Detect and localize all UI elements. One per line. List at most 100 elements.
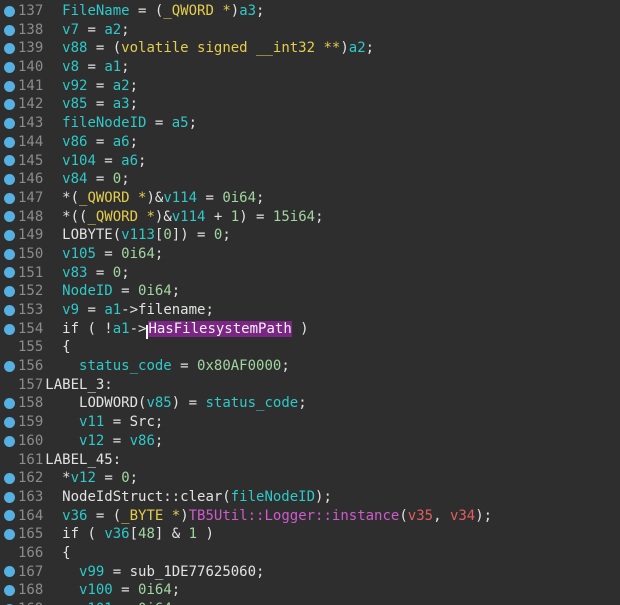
breakpoint-icon[interactable]	[4, 398, 15, 409]
code-line[interactable]: 158 LODWORD(v85) = status_code;	[0, 394, 620, 413]
breakpoint-icon[interactable]	[4, 81, 15, 92]
code-line[interactable]: 149 LOBYTE(v113[0]) = 0;	[0, 226, 620, 245]
breakpoint-icon[interactable]	[4, 267, 15, 278]
breakpoint-gutter[interactable]	[0, 507, 18, 526]
code-text: v11 = Src;	[43, 413, 163, 432]
code-line[interactable]: 169 v101 = 0i64;	[0, 600, 620, 605]
breakpoint-gutter[interactable]	[0, 133, 18, 152]
breakpoint-icon[interactable]	[4, 6, 15, 17]
breakpoint-icon[interactable]	[4, 43, 15, 54]
code-line[interactable]: 139 v88 = (volatile signed __int32 **)a2…	[0, 39, 620, 58]
breakpoint-icon[interactable]	[4, 566, 15, 577]
code-line[interactable]: 159 v11 = Src;	[0, 413, 620, 432]
breakpoint-icon[interactable]	[4, 211, 15, 222]
breakpoint-gutter[interactable]	[0, 152, 18, 171]
code-line[interactable]: 150 v105 = 0i64;	[0, 245, 620, 264]
code-line[interactable]: 141 v92 = a2;	[0, 77, 620, 96]
code-line[interactable]: 137 FileName = (_QWORD *)a3;	[0, 2, 620, 21]
code-line[interactable]: 147 *(_QWORD *)&v114 = 0i64;	[0, 189, 620, 208]
breakpoint-icon[interactable]	[4, 137, 15, 148]
breakpoint-icon[interactable]	[4, 417, 15, 428]
breakpoint-icon[interactable]	[4, 249, 15, 260]
code-line[interactable]: 140 v8 = a1;	[0, 58, 620, 77]
breakpoint-gutter[interactable]	[0, 413, 18, 432]
breakpoint-gutter[interactable]	[0, 451, 18, 470]
breakpoint-gutter[interactable]	[0, 488, 18, 507]
code-line[interactable]: 138 v7 = a2;	[0, 21, 620, 40]
code-line[interactable]: 153 v9 = a1->filename;	[0, 301, 620, 320]
breakpoint-gutter[interactable]	[0, 189, 18, 208]
breakpoint-gutter[interactable]	[0, 77, 18, 96]
breakpoint-icon[interactable]	[4, 174, 15, 185]
breakpoint-icon[interactable]	[4, 436, 15, 447]
breakpoint-gutter[interactable]	[0, 226, 18, 245]
breakpoint-gutter[interactable]	[0, 469, 18, 488]
code-line[interactable]: 160 v12 = v86;	[0, 432, 620, 451]
code-line[interactable]: 151 v83 = 0;	[0, 264, 620, 283]
code-line[interactable]: 144 v86 = a6;	[0, 133, 620, 152]
code-line[interactable]: 157LABEL_3:	[0, 376, 620, 395]
breakpoint-icon[interactable]	[4, 324, 15, 335]
breakpoint-gutter[interactable]	[0, 282, 18, 301]
breakpoint-gutter[interactable]	[0, 39, 18, 58]
breakpoint-gutter[interactable]	[0, 95, 18, 114]
breakpoint-gutter[interactable]	[0, 357, 18, 376]
token-label: LABEL_45:	[45, 452, 121, 468]
code-line[interactable]: 148 *((_QWORD *)&v114 + 1) = 15i64;	[0, 208, 620, 227]
line-number: 162	[18, 469, 43, 488]
breakpoint-icon[interactable]	[4, 25, 15, 36]
code-line[interactable]: 163 NodeIdStruct::clear(fileNodeID);	[0, 488, 620, 507]
breakpoint-icon[interactable]	[4, 305, 15, 316]
breakpoint-gutter[interactable]	[0, 245, 18, 264]
code-line[interactable]: 164 v36 = (_BYTE *)TB5Util::Logger::inst…	[0, 507, 620, 526]
breakpoint-gutter[interactable]	[0, 600, 18, 605]
code-line[interactable]: 156 status_code = 0x80AF0000;	[0, 357, 620, 376]
breakpoint-gutter[interactable]	[0, 432, 18, 451]
breakpoint-gutter[interactable]	[0, 170, 18, 189]
breakpoint-gutter[interactable]	[0, 338, 18, 357]
breakpoint-icon[interactable]	[4, 529, 15, 540]
code-line[interactable]: 166 {	[0, 544, 620, 563]
breakpoint-icon[interactable]	[4, 155, 15, 166]
breakpoint-gutter[interactable]	[0, 525, 18, 544]
code-line[interactable]: 154 if ( !a1->HasFilesystemPath )	[0, 320, 620, 339]
pseudocode-listing[interactable]: 137 FileName = (_QWORD *)a3;138 v7 = a2;…	[0, 0, 620, 605]
code-line[interactable]: 161LABEL_45:	[0, 451, 620, 470]
breakpoint-gutter[interactable]	[0, 394, 18, 413]
breakpoint-gutter[interactable]	[0, 21, 18, 40]
code-line[interactable]: 145 v104 = a6;	[0, 152, 620, 171]
breakpoint-icon[interactable]	[4, 99, 15, 110]
breakpoint-icon[interactable]	[4, 118, 15, 129]
breakpoint-gutter[interactable]	[0, 544, 18, 563]
breakpoint-gutter[interactable]	[0, 208, 18, 227]
breakpoint-icon[interactable]	[4, 510, 15, 521]
breakpoint-gutter[interactable]	[0, 301, 18, 320]
code-line[interactable]: 146 v84 = 0;	[0, 170, 620, 189]
breakpoint-icon[interactable]	[4, 585, 15, 596]
code-line[interactable]: 142 v85 = a3;	[0, 95, 620, 114]
code-line[interactable]: 143 fileNodeID = a5;	[0, 114, 620, 133]
breakpoint-icon[interactable]	[4, 361, 15, 372]
breakpoint-gutter[interactable]	[0, 376, 18, 395]
code-line[interactable]: 155 {	[0, 338, 620, 357]
breakpoint-icon[interactable]	[4, 193, 15, 204]
code-line[interactable]: 162 *v12 = 0;	[0, 469, 620, 488]
code-line[interactable]: 168 v100 = 0i64;	[0, 581, 620, 600]
code-line[interactable]: 167 v99 = sub_1DE77625060;	[0, 563, 620, 582]
breakpoint-gutter[interactable]	[0, 58, 18, 77]
breakpoint-gutter[interactable]	[0, 2, 18, 21]
breakpoint-gutter[interactable]	[0, 114, 18, 133]
breakpoint-gutter[interactable]	[0, 581, 18, 600]
breakpoint-icon[interactable]	[4, 473, 15, 484]
code-line[interactable]: 165 if ( v36[48] & 1 )	[0, 525, 620, 544]
code-line[interactable]: 152 NodeID = 0i64;	[0, 282, 620, 301]
breakpoint-icon[interactable]	[4, 62, 15, 73]
breakpoint-icon[interactable]	[4, 230, 15, 241]
breakpoint-gutter[interactable]	[0, 320, 18, 339]
breakpoint-gutter[interactable]	[0, 264, 18, 283]
breakpoint-icon[interactable]	[4, 286, 15, 297]
token-plain: =	[87, 265, 112, 281]
breakpoint-gutter[interactable]	[0, 563, 18, 582]
breakpoint-icon[interactable]	[4, 492, 15, 503]
token-var: a5	[172, 115, 189, 131]
